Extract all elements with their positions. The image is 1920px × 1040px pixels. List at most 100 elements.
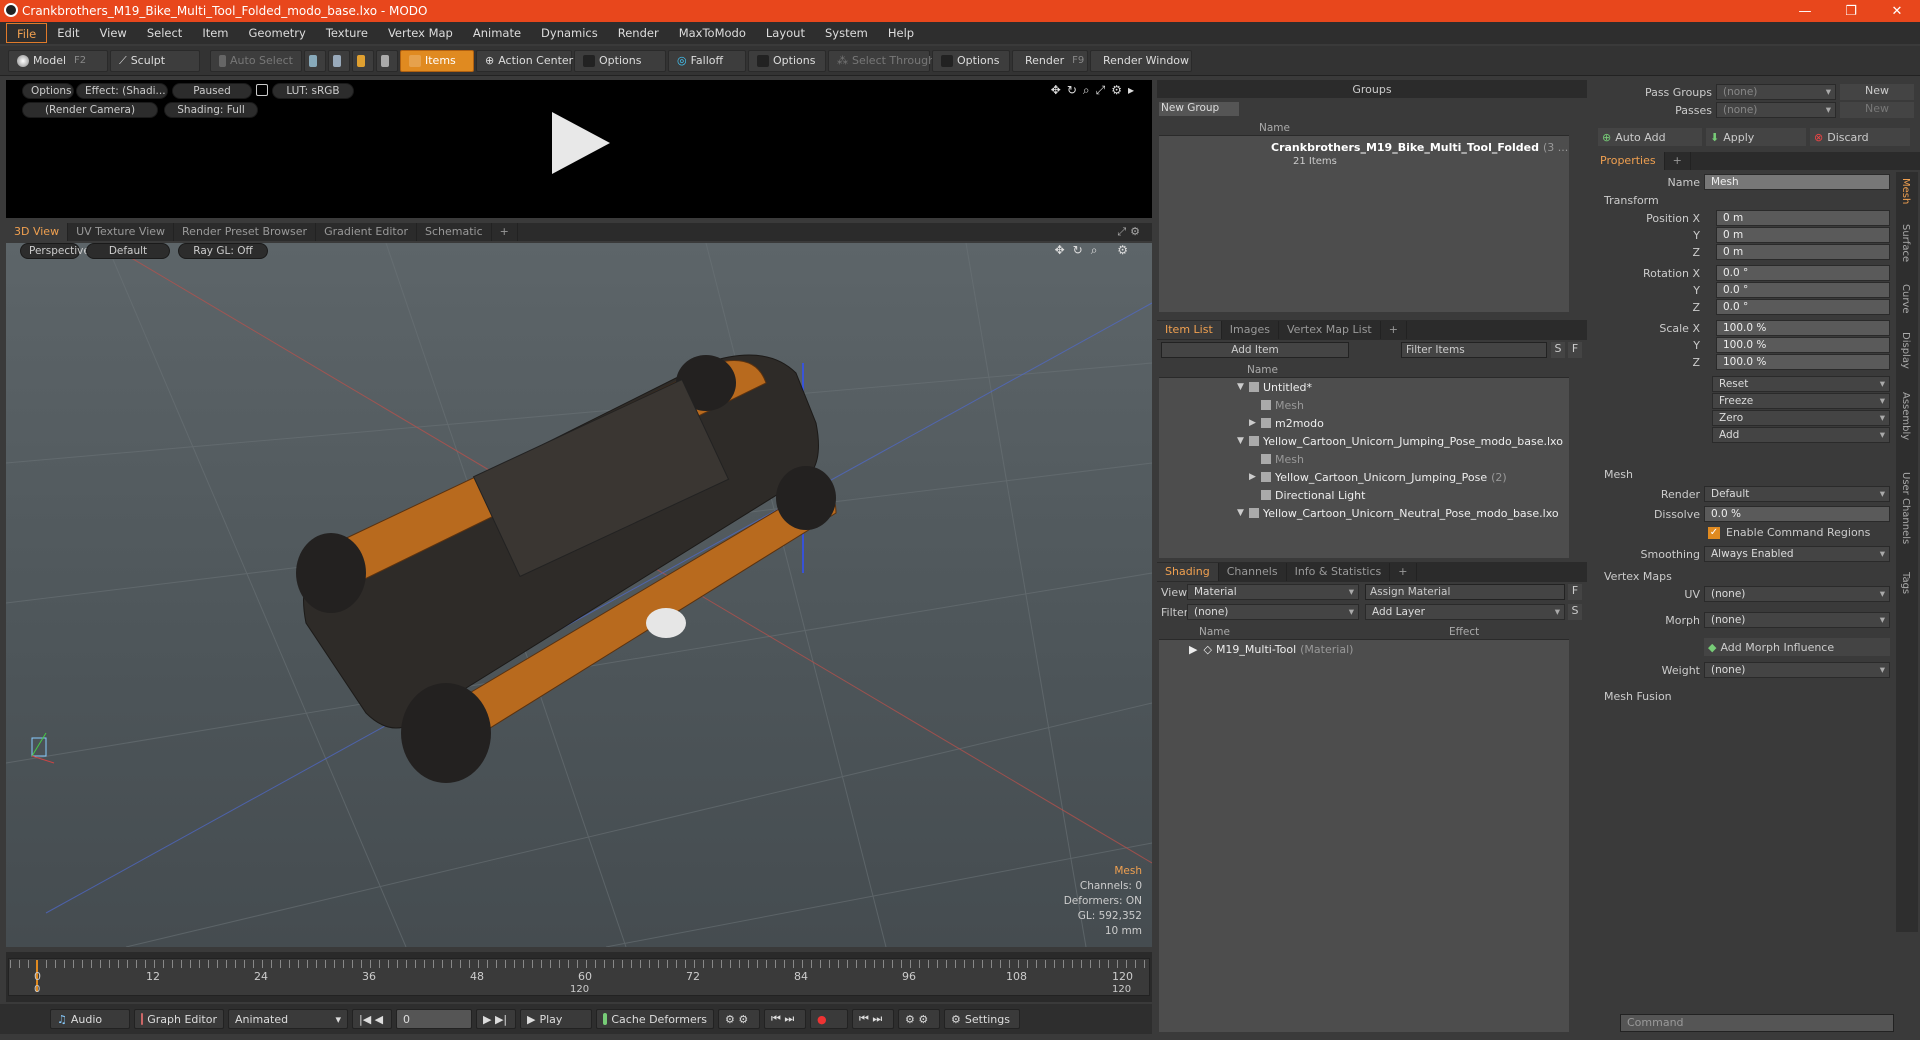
items-mode-button[interactable]: Items (400, 49, 474, 72)
rotation-z-field[interactable]: 0.0 ° (1716, 299, 1890, 315)
minimize-button[interactable]: — (1782, 0, 1828, 22)
viewport-nav-icons[interactable]: ✥↻⌕ ⚙ (1055, 243, 1136, 258)
passes-dropdown[interactable]: (none) (1716, 102, 1836, 118)
menu-animate[interactable]: Animate (463, 23, 531, 43)
vtab-user-channels[interactable]: User Channels (1900, 472, 1911, 544)
timeline[interactable]: 0 12 24 36 48 60 72 84 96 108 120 0 120 … (6, 952, 1152, 1002)
menu-texture[interactable]: Texture (316, 23, 378, 43)
next-key-buttons[interactable]: ▶ ▶| (476, 1009, 516, 1029)
material-mode-button[interactable] (376, 49, 398, 72)
falloff-button[interactable]: ◎ Falloff (668, 49, 746, 72)
item-list-row[interactable]: ▼ Yellow_Cartoon_Unicorn_Jumping_Pose_mod… (1159, 432, 1569, 450)
dissolve-field[interactable]: 0.0 % (1704, 506, 1890, 522)
key-nav[interactable]: ⏮ ⏭ (764, 1009, 806, 1029)
select-options-button[interactable]: Options (932, 49, 1010, 72)
add-layer-dropdown[interactable]: Add Layer (1365, 604, 1565, 620)
item-list-row[interactable]: ▶ m2modo (1159, 414, 1569, 432)
expand-arrow-icon[interactable]: ▶ (1189, 643, 1197, 656)
name-field[interactable]: Mesh (1704, 174, 1890, 190)
menu-maxtomodo[interactable]: MaxToModo (669, 23, 756, 43)
lut-dropdown[interactable]: LUT: sRGB (272, 83, 354, 99)
cache-deformers-button[interactable]: Cache Deformers (596, 1009, 714, 1029)
menu-system[interactable]: System (815, 23, 878, 43)
sculpt-mode-button[interactable]: ⟋ Sculpt (110, 49, 200, 72)
menu-layout[interactable]: Layout (756, 23, 815, 43)
menu-item[interactable]: Item (192, 23, 238, 43)
default-shading-dropdown[interactable]: Default (86, 243, 170, 259)
select-through-button[interactable]: ⁂ Select Through (828, 49, 935, 72)
tab-info-statistics[interactable]: Info & Statistics (1287, 563, 1391, 581)
position-z-field[interactable]: 0 m (1716, 244, 1890, 260)
audio-button[interactable]: ♫ Audio (50, 1009, 130, 1029)
record-button[interactable]: ● (810, 1009, 848, 1029)
tab-gradient-editor[interactable]: Gradient Editor (316, 223, 417, 241)
mesh-section[interactable]: Mesh (1604, 468, 1633, 481)
morph-dropdown[interactable]: (none) (1704, 612, 1890, 628)
tab-images[interactable]: Images (1222, 321, 1279, 339)
item-list-row[interactable]: Mesh (1159, 450, 1569, 468)
scale-z-field[interactable]: 100.0 % (1716, 354, 1890, 370)
tab-channels[interactable]: Channels (1219, 563, 1287, 581)
reset-dropdown[interactable]: Reset (1712, 376, 1890, 392)
multi-tool-mesh[interactable] (296, 354, 837, 783)
add-tab-button[interactable]: + (1665, 152, 1691, 170)
mesh-fusion-section[interactable]: Mesh Fusion (1604, 690, 1672, 703)
zero-dropdown[interactable]: Zero (1712, 410, 1890, 426)
vtab-assembly[interactable]: Assembly (1900, 392, 1911, 440)
edge-mode-button[interactable] (328, 49, 350, 72)
settings-button[interactable]: ⚙ Settings (944, 1009, 1020, 1029)
render-window-button[interactable]: Render Window (1090, 49, 1192, 72)
menu-dynamics[interactable]: Dynamics (531, 23, 608, 43)
s-button[interactable]: S (1551, 342, 1565, 358)
enable-command-regions-checkbox[interactable]: ✓ Enable Command Regions (1708, 526, 1870, 539)
f-button[interactable]: F (1568, 584, 1582, 600)
menu-file[interactable]: File (6, 23, 48, 43)
tab-uv-texture-view[interactable]: UV Texture View (68, 223, 175, 241)
graph-editor-button[interactable]: Graph Editor (134, 1009, 224, 1029)
expand-arrow-icon[interactable]: ▼ (1237, 436, 1249, 446)
action-center-button[interactable]: ⊕ Action Center (476, 49, 573, 72)
polygon-mode-button[interactable] (352, 49, 374, 72)
item-list[interactable]: Name ▼ Untitled* Mesh ▶ m2modo ▼ Yellow_Cartoo… (1159, 362, 1569, 558)
menu-vertex-map[interactable]: Vertex Map (378, 23, 463, 43)
vtab-display[interactable]: Display (1900, 332, 1911, 369)
preview-effect-dropdown[interactable]: Effect: (Shadi... (76, 83, 168, 99)
render-camera-dropdown[interactable]: (Render Camera) (22, 102, 158, 118)
menu-edit[interactable]: Edit (47, 23, 89, 43)
preview-options-button[interactable]: Options (22, 83, 74, 99)
menu-select[interactable]: Select (137, 23, 192, 43)
shader-tree[interactable]: Name Effect ▶ ◇ M19_Multi-Tool (Material) (1159, 624, 1569, 1032)
rotation-x-field[interactable]: 0.0 ° (1716, 265, 1890, 281)
item-list-row[interactable]: ▼ Untitled* (1159, 378, 1569, 396)
view-dropdown[interactable]: Material (1187, 584, 1359, 600)
item-list-row[interactable]: Mesh (1159, 396, 1569, 414)
discard-button[interactable]: ⊗ Discard (1810, 128, 1910, 146)
maximize-button[interactable]: ❐ (1828, 0, 1874, 22)
add-tab-button[interactable]: + (492, 223, 518, 241)
model-mode-button[interactable]: Model F2 (8, 49, 108, 72)
tab-properties[interactable]: Properties (1592, 152, 1665, 170)
key-nav-2[interactable]: ⏮ ⏭ (852, 1009, 894, 1029)
vtab-tags[interactable]: Tags (1900, 572, 1911, 594)
close-button[interactable]: ✕ (1874, 0, 1920, 22)
expand-arrow-icon[interactable]: ▶ (1249, 418, 1261, 428)
action-center-options-button[interactable]: Options (574, 49, 666, 72)
weight-dropdown[interactable]: (none) (1704, 662, 1890, 678)
add-dropdown[interactable]: Add (1712, 427, 1890, 443)
expand-arrow-icon[interactable]: ▶ (1249, 472, 1261, 482)
tab-render-preset-browser[interactable]: Render Preset Browser (174, 223, 317, 241)
menu-geometry[interactable]: Geometry (239, 23, 316, 43)
vtab-curve[interactable]: Curve (1900, 284, 1911, 314)
item-list-row[interactable]: ▶ Yellow_Cartoon_Unicorn_Jumping_Pose (2) (1159, 468, 1569, 486)
vertex-mode-button[interactable] (304, 49, 326, 72)
tab-3d-view[interactable]: 3D View (6, 223, 69, 241)
perspective-dropdown[interactable]: Perspective (20, 243, 90, 259)
3d-viewport[interactable]: Perspective Default Ray GL: Off ✥↻⌕ ⚙ Me… (6, 243, 1152, 947)
position-y-field[interactable]: 0 m (1716, 227, 1890, 243)
position-x-field[interactable]: 0 m (1716, 210, 1890, 226)
falloff-options-button[interactable]: Options (748, 49, 826, 72)
item-list-row[interactable]: ▼ Yellow_Cartoon_Unicorn_Neutral_Pose_mod… (1159, 504, 1569, 522)
add-tab-button[interactable]: + (1381, 321, 1407, 339)
tab-schematic[interactable]: Schematic (417, 223, 492, 241)
frame-field[interactable]: 0 (396, 1009, 472, 1029)
